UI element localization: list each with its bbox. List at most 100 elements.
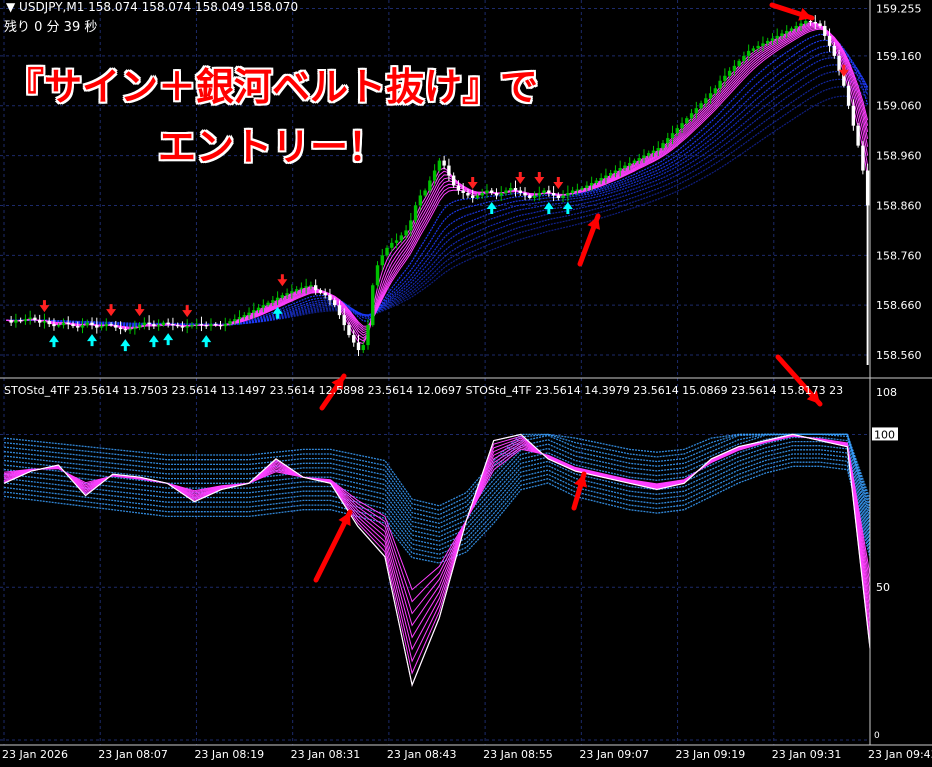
buy-signal-arrow [201,335,212,348]
candle-body [818,23,822,26]
candle-body [180,326,185,328]
time-tick-label: 23 Jan 09:07 [579,748,649,761]
sell-signal-arrow [277,274,288,287]
candle-body [385,247,389,256]
candle-body [214,324,218,326]
candle-body [727,70,732,76]
candle-body [775,35,779,39]
candle-body [518,190,522,193]
candle-body [447,165,451,176]
candle-body [528,195,532,198]
candle-body [504,190,508,193]
candle-body [480,192,484,196]
candle-body [328,295,332,301]
time-tick-label: 23 Jan 2026 [2,748,68,761]
candle-body [347,325,351,336]
candle-body [147,322,151,325]
candle-body [442,160,446,166]
buy-signal-arrow [163,333,174,346]
annotation-line2: エントリー！ [158,125,387,169]
candle-body [85,322,89,326]
candle-body [732,65,737,71]
candle-body [856,125,860,146]
candle-body [589,183,594,186]
candle-body [704,98,708,104]
candle-body [399,235,404,241]
candle-body [466,192,470,196]
candle-body [861,145,865,171]
sell-signal-arrow [106,304,117,317]
candle-body [670,133,675,139]
candle-body [623,165,627,169]
candle-body [71,324,75,327]
candle-body [780,33,784,36]
candle-body [418,195,423,206]
candle-body [37,320,42,323]
level-0-label: 0 [874,731,880,741]
candle-body [523,192,527,196]
candle-body [575,189,580,191]
price-tick-label: 158.860 [876,199,922,212]
candle-body [218,325,223,327]
candle-body [451,175,456,186]
candle-body [185,326,189,328]
candle-body [304,286,308,288]
candle-body [699,103,703,109]
candle-body [199,324,204,326]
time-tick-label: 23 Jan 09:43 [868,748,932,761]
candle-body [647,153,651,156]
candle-body [551,192,556,196]
candle-body [366,325,370,346]
candle-body [470,195,475,198]
candle-body [123,329,128,331]
candle-body [675,128,679,134]
candle-body [361,345,365,351]
candle-body [18,320,23,322]
price-tick-label: 159.160 [876,50,922,63]
candle-body [461,190,465,193]
candle-body [851,105,856,126]
candle-body [80,325,85,328]
candle-body [95,325,99,328]
candle-body [765,40,770,44]
candle-body [637,158,641,161]
candle-body [161,322,166,326]
candle-body [656,148,660,151]
candle-body [694,108,699,114]
candle-body [166,322,170,325]
candle-body [352,335,356,343]
candle-body [114,325,118,328]
candle-body [585,185,589,188]
price-tick-label: 159.255 [876,2,922,15]
time-tick-label: 23 Jan 08:19 [194,748,264,761]
candle-body [846,85,851,106]
candle-body [632,160,637,164]
candle-body [128,329,132,331]
time-tick-label: 23 Jan 08:31 [291,748,361,761]
candle-body [285,293,289,296]
indicator-line [3,433,871,688]
candle-body [280,295,285,298]
candle-body [190,325,194,327]
ribbon-indicator [3,433,871,687]
candle-body [423,190,427,196]
candle-body [271,300,275,303]
candle-body [294,289,299,292]
candle-body [499,192,503,196]
candle-body [195,324,199,326]
candle-body [865,170,870,206]
buy-signal-arrow [120,339,131,352]
candle-body [604,175,608,179]
price-tick-label: 159.060 [876,100,922,113]
ribbon-blue-line [6,95,868,325]
candle-body [275,297,280,301]
candle-body [61,322,66,326]
candle-body [751,48,756,51]
candle-body [318,290,323,293]
candle-body [613,170,618,174]
sell-signal-arrow [553,176,564,189]
candle-body [532,195,537,198]
candle-body [323,292,327,296]
candle-body [9,320,13,323]
level-50-label: 50 [876,581,890,594]
